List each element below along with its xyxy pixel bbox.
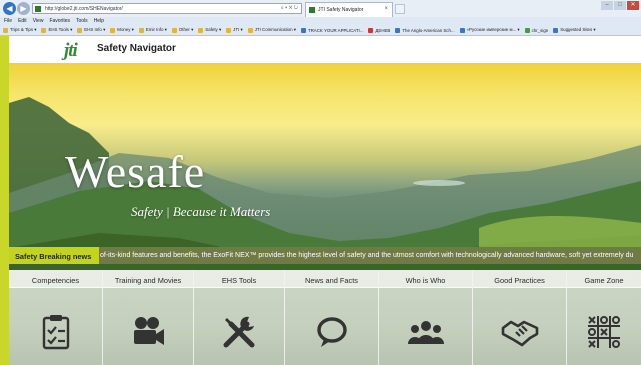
people-icon	[407, 321, 444, 344]
close-window-icon[interactable]: ✕	[627, 1, 639, 10]
favorite-item[interactable]: Emir Info ▾	[138, 27, 167, 33]
nav-label: Training and Movies	[103, 270, 193, 288]
speech-bubble-icon	[316, 317, 347, 347]
site-title: Safety Navigator	[97, 43, 176, 54]
page-icon	[553, 27, 559, 33]
movie-camera-icon	[134, 317, 164, 345]
forward-button[interactable]: ▶	[17, 2, 30, 15]
address-url: http://globe2.jti.com/SHENavigator/	[45, 6, 123, 12]
favorite-item[interactable]: JTI ▾	[226, 27, 243, 33]
nav-item-ehs-tools[interactable]: EHS Tools	[194, 270, 285, 365]
checklist-icon	[42, 315, 69, 350]
menu-help[interactable]: Help	[94, 18, 104, 24]
folder-icon	[3, 27, 8, 33]
folder-icon	[226, 27, 232, 33]
folder-icon	[110, 27, 116, 33]
page-icon	[459, 27, 465, 33]
nav-label: Game Zone	[567, 270, 641, 288]
folder-icon	[138, 27, 144, 33]
window-controls: – □ ✕	[601, 1, 639, 10]
nav-label: News and Facts	[285, 270, 378, 288]
page-icon	[524, 27, 530, 33]
favorite-item[interactable]: Trips & Tips ▾	[3, 27, 36, 33]
site-header: jti Safety Navigator	[9, 36, 641, 63]
nav-item-competencies[interactable]: Competencies	[9, 270, 103, 365]
favorite-item[interactable]: TRACK YOUR APPLICATI...	[300, 27, 363, 33]
address-row: ◀ ▶ http://globe2.jti.com/SHENavigator/ …	[0, 0, 641, 17]
favorite-item[interactable]: chr_sign	[524, 27, 548, 33]
nav-item-good-practices[interactable]: Good Practices	[473, 270, 567, 365]
new-tab-button[interactable]	[395, 4, 405, 14]
page-icon	[395, 27, 401, 33]
favorite-item[interactable]: Suggested Sites ▾	[553, 27, 596, 33]
minimize-icon[interactable]: –	[601, 1, 613, 10]
menu-bar: File Edit View Favorites Tools Help	[0, 17, 641, 25]
nav-item-who-is-who[interactable]: Who is Who	[379, 270, 473, 365]
favorite-item[interactable]: Money ▾	[110, 27, 134, 33]
menu-tools[interactable]: Tools	[76, 18, 88, 24]
favorites-bar: Trips & Tips ▾ EHS Tools ▾ EHS Info ▾ Mo…	[0, 25, 641, 35]
page: jti Safety Navigator Wesafe Safety | Bec…	[9, 36, 641, 365]
tab-title: JTI Safety Navigator	[318, 7, 364, 13]
folder-icon	[171, 27, 177, 33]
handshake-icon	[501, 320, 538, 347]
favorite-item[interactable]: EHS Tools ▾	[41, 27, 72, 33]
ticker-text[interactable]: of-its-kind features and benefits, the E…	[100, 247, 641, 264]
tab-favicon-icon	[309, 7, 315, 13]
tools-icon	[223, 316, 255, 348]
browser-chrome: ◀ ▶ http://globe2.jti.com/SHENavigator/ …	[0, 0, 641, 36]
page-icon	[368, 27, 374, 33]
site-favicon-icon	[35, 6, 41, 12]
nav-grid: Competencies Training and Movies EHS Too…	[9, 270, 641, 365]
favorite-item[interactable]: Other ▾	[171, 27, 193, 33]
nav-item-training-and-movies[interactable]: Training and Movies	[103, 270, 194, 365]
nav-label: Good Practices	[473, 270, 566, 288]
folder-icon	[41, 27, 47, 33]
nav-item-news-and-facts[interactable]: News and Facts	[285, 270, 379, 365]
tic-tac-toe-icon	[588, 316, 620, 348]
nav-label: Competencies	[9, 270, 102, 288]
search-refresh-icon[interactable]: ⌕ ▾ ✕ ↻	[281, 5, 298, 11]
hero-subtitle: Safety | Because it Matters	[131, 204, 271, 219]
back-button[interactable]: ◀	[3, 2, 16, 15]
address-bar[interactable]: http://globe2.jti.com/SHENavigator/ ⌕ ▾ …	[32, 3, 302, 14]
folder-icon	[198, 27, 204, 33]
page-icon	[300, 27, 306, 33]
favorite-item[interactable]: «Русские имперские м... ▾	[459, 27, 520, 33]
browser-tab[interactable]: JTI Safety Navigator ×	[305, 2, 393, 17]
nav-label: Who is Who	[379, 270, 472, 288]
nav-label: EHS Tools	[194, 270, 284, 288]
tab-close-icon[interactable]: ×	[384, 6, 388, 12]
hero-title: Wesafe	[65, 146, 206, 197]
favorite-item[interactable]: The Anglo-American Sch...	[395, 27, 455, 33]
jti-logo[interactable]: jti	[64, 41, 78, 60]
nav-item-game-zone[interactable]: Game Zone	[567, 270, 641, 365]
maximize-icon[interactable]: □	[614, 1, 626, 10]
menu-view[interactable]: View	[33, 18, 44, 24]
favorite-item[interactable]: Safety ▾	[198, 27, 221, 33]
menu-file[interactable]: File	[4, 18, 12, 24]
menu-favorites[interactable]: Favorites	[49, 18, 70, 24]
folder-icon	[247, 27, 253, 33]
favorite-item[interactable]: EHS Info ▾	[77, 27, 105, 33]
folder-icon	[77, 27, 83, 33]
menu-edit[interactable]: Edit	[18, 18, 27, 24]
favorite-item[interactable]: ДЕНЕВ	[368, 27, 390, 33]
favorite-item[interactable]: JTI Communication ▾	[247, 27, 296, 33]
ticker-label[interactable]: Safety Breaking news	[9, 247, 99, 264]
news-ticker: Safety Breaking news of-its-kind feature…	[9, 247, 641, 264]
